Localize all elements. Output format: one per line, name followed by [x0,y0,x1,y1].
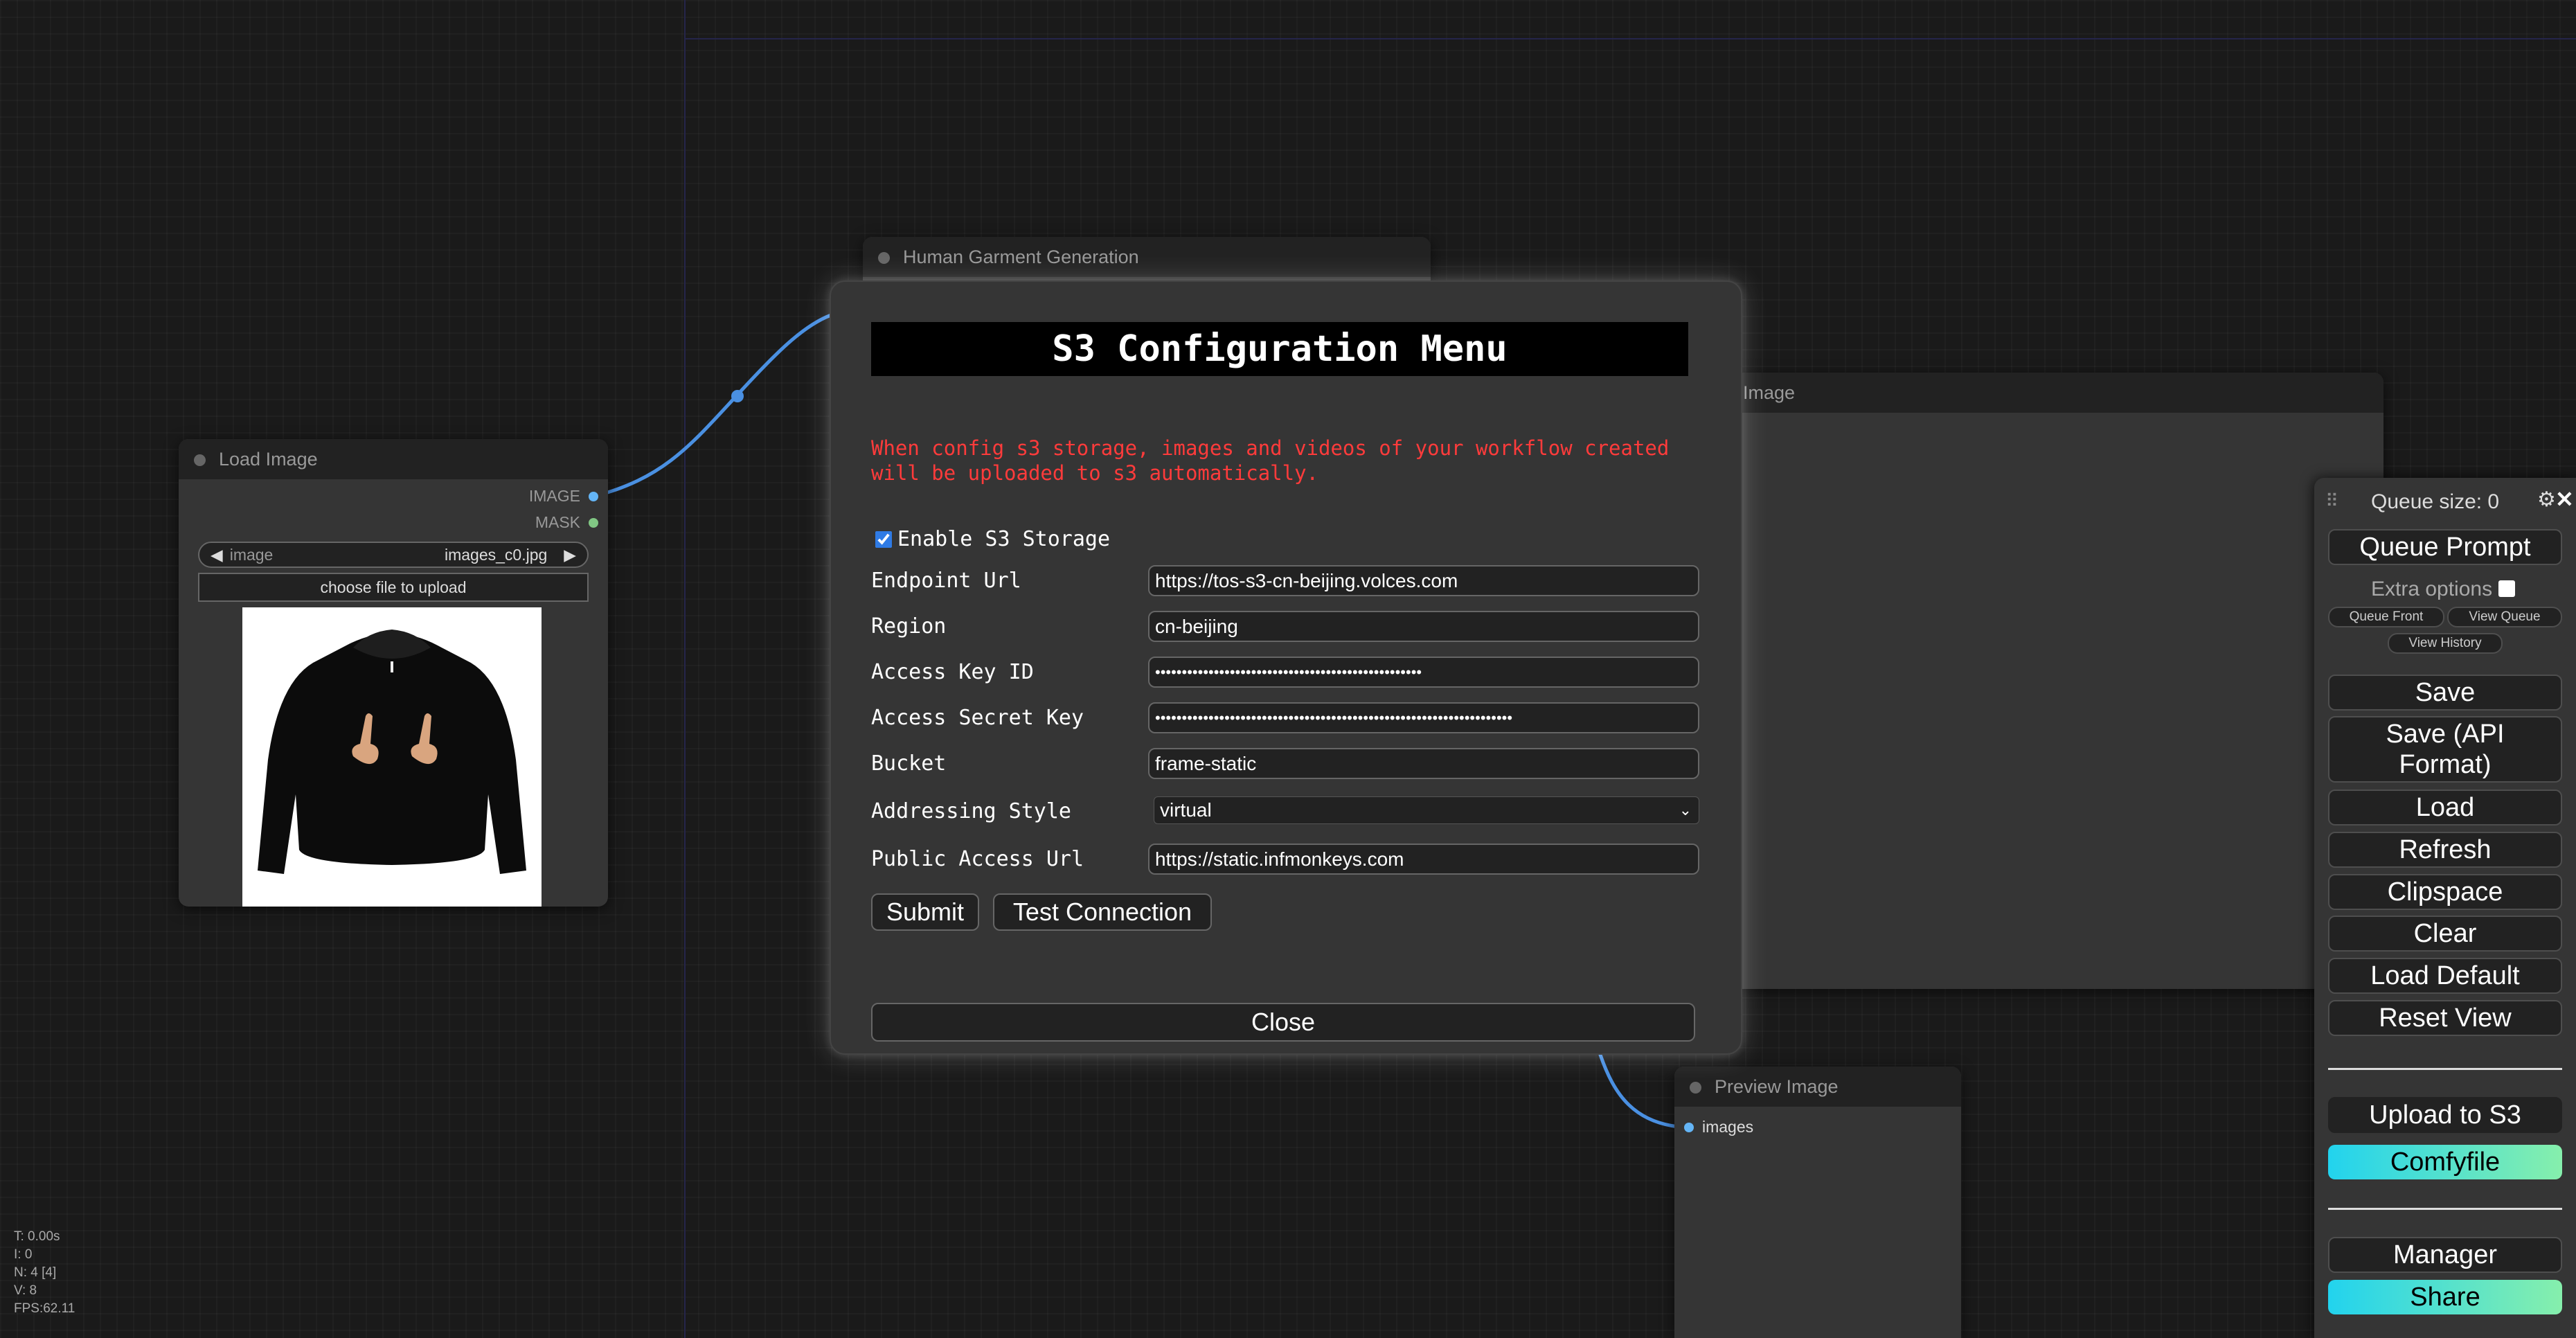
stat-time: T: 0.00s [14,1229,60,1244]
test-connection-button[interactable]: Test Connection [993,893,1212,931]
load-button[interactable]: Load [2328,790,2562,826]
node-title-bar[interactable]: Load Image [179,439,608,479]
share-button[interactable]: Share [2328,1280,2562,1314]
save-button[interactable]: Save [2328,675,2562,711]
node-title: Human Garment Generation [903,246,1139,267]
bucket-label: Bucket [871,751,947,776]
menu-divider [2328,1068,2562,1070]
output-mask-port[interactable] [589,518,598,528]
widget-value: images_c0.jpg [444,545,548,564]
endpoint-url-input[interactable]: https://tos-s3-cn-beijing.volces.com [1148,565,1699,596]
node-title-bar[interactable]: Preview Image [1674,1067,1961,1107]
clear-button[interactable]: Clear [2328,916,2562,952]
bucket-input[interactable]: frame-static [1148,748,1699,779]
addressing-style-label: Addressing Style [871,799,1071,823]
preview-image-node[interactable]: Preview Image images [1674,1067,1961,1338]
view-history-button[interactable]: View History [2388,633,2503,654]
input-images-label: images [1702,1118,1754,1136]
load-image-node[interactable]: Load Image IMAGE MASK ◀ image images_c0.… [179,439,608,907]
stat-v: V: 8 [14,1283,37,1298]
node-collapse-dot[interactable] [194,454,206,466]
node-title: Preview Image [1715,1076,1839,1097]
canvas-stats: T: 0.00s I: 0 N: 4 [4] V: 8 FPS:62.11 [14,1228,75,1318]
image-combo-widget[interactable]: ◀ image images_c0.jpg ▶ [198,542,589,568]
close-icon[interactable]: ✕ [2555,486,2574,512]
link-midpoint [731,390,744,402]
node-title-bar[interactable]: Human Garment Generation [863,237,1431,277]
widget-name: image [229,545,274,564]
stat-i: I: 0 [14,1247,33,1262]
output-image-port[interactable] [589,492,598,501]
link-image-to-garment [595,313,832,498]
comfyfile-button[interactable]: Comfyfile [2328,1145,2562,1179]
s3-config-modal: S3 Configuration Menu When config s3 sto… [830,280,1742,1055]
public-access-url-input[interactable]: https://static.infmonkeys.com [1148,844,1699,875]
close-button[interactable]: Close [871,1003,1695,1042]
side-menu: ⠿ Queue size: 0 ⚙ ✕ Queue Prompt Extra o… [2314,478,2576,1338]
clipspace-button[interactable]: Clipspace [2328,874,2562,910]
save-api-button[interactable]: Save (API Format) [2328,716,2562,783]
modal-warning: When config s3 storage, images and video… [871,436,1670,485]
drag-handle-icon[interactable]: ⠿ [2325,490,2338,512]
gear-icon[interactable]: ⚙ [2537,488,2556,512]
enable-s3-label: Enable S3 Storage [897,527,1111,551]
enable-s3-row[interactable]: Enable S3 Storage [875,527,1110,551]
region-input[interactable]: cn-beijing [1148,611,1699,642]
access-secret-key-label: Access Secret Key [871,706,1084,730]
hoodie-image [258,630,526,874]
modal-title: S3 Configuration Menu [871,322,1688,376]
access-key-id-input[interactable]: ••••••••••••••••••••••••••••••••••••••••… [1148,657,1699,688]
queue-front-button[interactable]: Queue Front [2328,607,2444,627]
endpoint-url-label: Endpoint Url [871,569,1021,593]
extra-options-label: Extra options [2371,578,2493,600]
load-default-button[interactable]: Load Default [2328,958,2562,994]
region-label: Region [871,614,947,639]
chevron-down-icon: ⌄ [1679,801,1692,819]
view-queue-button[interactable]: View Queue [2447,607,2562,627]
stat-fps: FPS:62.11 [14,1301,75,1316]
queue-size-label: Queue size: 0 [2371,490,2500,513]
stat-nodes: N: 4 [4] [14,1265,57,1280]
input-images-port[interactable] [1684,1123,1694,1132]
menu-divider [2328,1208,2562,1210]
output-image-label: IMAGE [528,487,580,505]
node-title: Load Image [219,448,318,470]
access-key-id-label: Access Key ID [871,660,1034,684]
submit-button[interactable]: Submit [871,893,979,931]
queue-prompt-button[interactable]: Queue Prompt [2328,529,2562,565]
reset-view-button[interactable]: Reset View [2328,1000,2562,1036]
arrow-left-icon[interactable]: ◀ [211,546,223,564]
addressing-style-select[interactable]: virtual ⌄ [1154,796,1699,824]
public-access-url-label: Public Access Url [871,847,1084,871]
refresh-button[interactable]: Refresh [2328,832,2562,868]
node-collapse-dot[interactable] [1690,1082,1701,1094]
addressing-style-value: virtual [1160,799,1212,821]
image-preview [242,607,542,907]
choose-file-button[interactable]: choose file to upload [198,573,589,602]
access-secret-key-input[interactable]: ••••••••••••••••••••••••••••••••••••••••… [1148,702,1699,733]
manager-button[interactable]: Manager [2328,1237,2562,1273]
output-mask-label: MASK [535,513,580,531]
arrow-right-icon[interactable]: ▶ [564,546,576,564]
extra-options-checkbox[interactable] [2498,580,2515,597]
upload-to-s3-button[interactable]: Upload to S3 [2328,1097,2562,1133]
enable-s3-checkbox[interactable] [875,530,892,548]
node-collapse-dot[interactable] [878,252,890,264]
